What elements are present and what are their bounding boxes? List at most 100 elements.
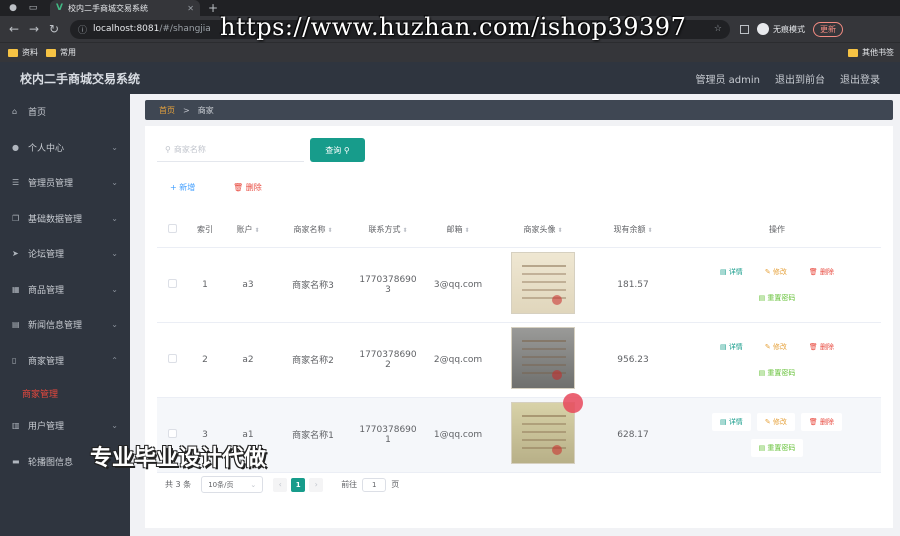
query-button[interactable]: 查询 ⚲ xyxy=(310,138,365,162)
app-header: 校内二手商城交易系统 管理员 admin 退出到前台 退出登录 xyxy=(0,62,900,94)
col-account[interactable]: 账户 ⬍ xyxy=(223,213,273,248)
document-icon: ▤ xyxy=(719,417,727,426)
folder-icon xyxy=(848,48,858,57)
select-all-checkbox[interactable] xyxy=(157,213,187,248)
total-count: 共 3 条 xyxy=(165,480,192,489)
sort-icon[interactable]: ⬍ xyxy=(254,227,259,234)
reset-password-button[interactable]: ▤ 重置密码 xyxy=(750,438,804,457)
search-icon: ⚲ xyxy=(165,145,171,154)
edit-icon: ✎ xyxy=(764,267,771,276)
bookmark-folder-2[interactable]: 常用 xyxy=(60,47,76,58)
breadcrumb: 首页 > 商家 xyxy=(145,100,893,120)
tab-list-icon[interactable]: ▭ xyxy=(26,2,40,14)
side-panel-icon[interactable] xyxy=(740,24,749,34)
edit-button[interactable]: ✎ 修改 xyxy=(756,412,795,431)
other-bookmarks[interactable]: 其他书签 xyxy=(862,47,894,58)
search-placeholder: 商家名称 xyxy=(173,145,206,154)
edit-icon: ✎ xyxy=(764,417,771,426)
cell-index: 1 xyxy=(187,247,223,323)
chevron-down-icon: ⌄ xyxy=(250,480,257,489)
cell-balance: 628.17 xyxy=(593,397,673,473)
license-image[interactable] xyxy=(511,327,575,389)
row-checkbox[interactable] xyxy=(157,247,187,323)
cell-name: 商家名称2 xyxy=(273,322,353,398)
detail-button[interactable]: ▤ 详情 xyxy=(711,337,751,356)
edit-button[interactable]: ✎ 修改 xyxy=(756,337,795,356)
sidebar-item-basedata[interactable]: ❐ 基础数据管理 ⌄ xyxy=(0,201,130,237)
bookmarks-bar: 资料 常用 其他书签 xyxy=(0,42,900,62)
sidebar-item-users[interactable]: ▥ 用户管理 ⌄ xyxy=(0,408,130,444)
promo-overlay-text: 专业毕业设计代做 xyxy=(90,446,267,471)
delete-button[interactable]: 🗑 删除 xyxy=(800,412,843,431)
sidebar-item-goods[interactable]: ▦ 商品管理 ⌄ xyxy=(0,272,130,308)
new-tab-icon[interactable]: + xyxy=(208,1,218,15)
sidebar-item-merchants[interactable]: ▯ 商家管理 ⌃ xyxy=(0,343,130,379)
col-avatar[interactable]: 商家头像 ⬍ xyxy=(493,213,593,248)
batch-delete-button[interactable]: 🗑 删除 xyxy=(233,182,262,193)
license-image[interactable] xyxy=(511,252,575,314)
sidebar-item-forum[interactable]: ➤ 论坛管理 ⌄ xyxy=(0,236,130,272)
sidebar-item-admins[interactable]: ☰ 管理员管理 ⌄ xyxy=(0,165,130,201)
sort-icon[interactable]: ⬍ xyxy=(402,227,407,234)
trash-icon: 🗑 xyxy=(808,342,818,351)
prev-page-button[interactable]: ‹ xyxy=(273,477,288,492)
cell-phone: 17703786901 xyxy=(353,397,423,473)
sort-icon[interactable]: ⬍ xyxy=(647,227,652,234)
user-icon: ● xyxy=(12,142,19,152)
document-icon: ▤ xyxy=(758,443,766,452)
row-checkbox[interactable] xyxy=(157,322,187,398)
col-email[interactable]: 邮箱 ⬍ xyxy=(423,213,493,248)
license-image[interactable] xyxy=(511,402,575,464)
folder-icon xyxy=(8,48,18,57)
logout-link[interactable]: 退出登录 xyxy=(840,71,880,86)
site-info-icon[interactable]: ⓘ xyxy=(78,23,87,36)
detail-button[interactable]: ▤ 详情 xyxy=(711,262,751,281)
delete-button[interactable]: 🗑 删除 xyxy=(800,337,843,356)
reset-password-button[interactable]: ▤ 重置密码 xyxy=(750,363,804,382)
exit-front-link[interactable]: 退出到前台 xyxy=(775,71,825,86)
chevron-down-icon: ⌄ xyxy=(111,284,118,294)
forward-icon[interactable]: → xyxy=(28,22,40,36)
browser-actions: 无痕模式 更新 xyxy=(740,21,843,37)
cell-account: a3 xyxy=(223,247,273,323)
sort-icon[interactable]: ⬍ xyxy=(327,227,332,234)
browser-tab[interactable]: V 校内二手商城交易系统 ✕ xyxy=(50,0,200,16)
browser-menu-icon[interactable]: ● xyxy=(6,2,20,14)
update-button[interactable]: 更新 xyxy=(813,21,843,37)
breadcrumb-separator: > xyxy=(183,105,190,115)
edit-button[interactable]: ✎ 修改 xyxy=(756,262,795,281)
chevron-down-icon: ⌄ xyxy=(111,213,118,223)
chevron-down-icon: ⌄ xyxy=(111,421,118,431)
sort-icon[interactable]: ⬍ xyxy=(464,227,469,234)
bookmark-star-icon[interactable]: ☆ xyxy=(714,24,722,34)
detail-button[interactable]: ▤ 详情 xyxy=(711,412,751,431)
sort-icon[interactable]: ⬍ xyxy=(557,227,562,234)
col-phone[interactable]: 联系方式 ⬍ xyxy=(353,213,423,248)
col-name[interactable]: 商家名称 ⬍ xyxy=(273,213,353,248)
next-page-button[interactable]: › xyxy=(309,477,324,492)
goto-suffix: 页 xyxy=(391,480,400,489)
search-input[interactable]: ⚲ 商家名称 xyxy=(157,138,304,162)
trash-icon: 🗑 xyxy=(808,267,818,276)
close-tab-icon[interactable]: ✕ xyxy=(187,4,194,13)
page-number-current[interactable]: 1 xyxy=(291,477,306,492)
sidebar-subitem-merchants[interactable]: 商家管理 xyxy=(0,378,130,408)
delete-button[interactable]: 🗑 删除 xyxy=(800,262,843,281)
col-ops: 操作 xyxy=(673,213,881,248)
trash-icon: 🗑 xyxy=(808,417,818,426)
sidebar-item-home[interactable]: ⌂ 首页 xyxy=(0,94,130,130)
back-icon[interactable]: ← xyxy=(8,22,20,36)
sidebar-item-news[interactable]: ▤ 新闻信息管理 ⌄ xyxy=(0,307,130,343)
reload-icon[interactable]: ↻ xyxy=(48,22,60,36)
goto-page-input[interactable]: 1 xyxy=(362,477,387,492)
sidebar-item-personal[interactable]: ● 个人中心 ⌄ xyxy=(0,130,130,166)
document-icon: ▤ xyxy=(719,342,727,351)
reset-password-button[interactable]: ▤ 重置密码 xyxy=(750,288,804,307)
add-button[interactable]: + 新增 xyxy=(170,182,195,193)
breadcrumb-current: 商家 xyxy=(197,105,214,115)
col-balance[interactable]: 现有余额 ⬍ xyxy=(593,213,673,248)
page-size-select[interactable]: 10条/页 ⌄ xyxy=(201,476,264,493)
breadcrumb-home[interactable]: 首页 xyxy=(159,105,175,116)
cell-avatar xyxy=(493,247,593,323)
bookmark-folder-1[interactable]: 资料 xyxy=(22,47,38,58)
